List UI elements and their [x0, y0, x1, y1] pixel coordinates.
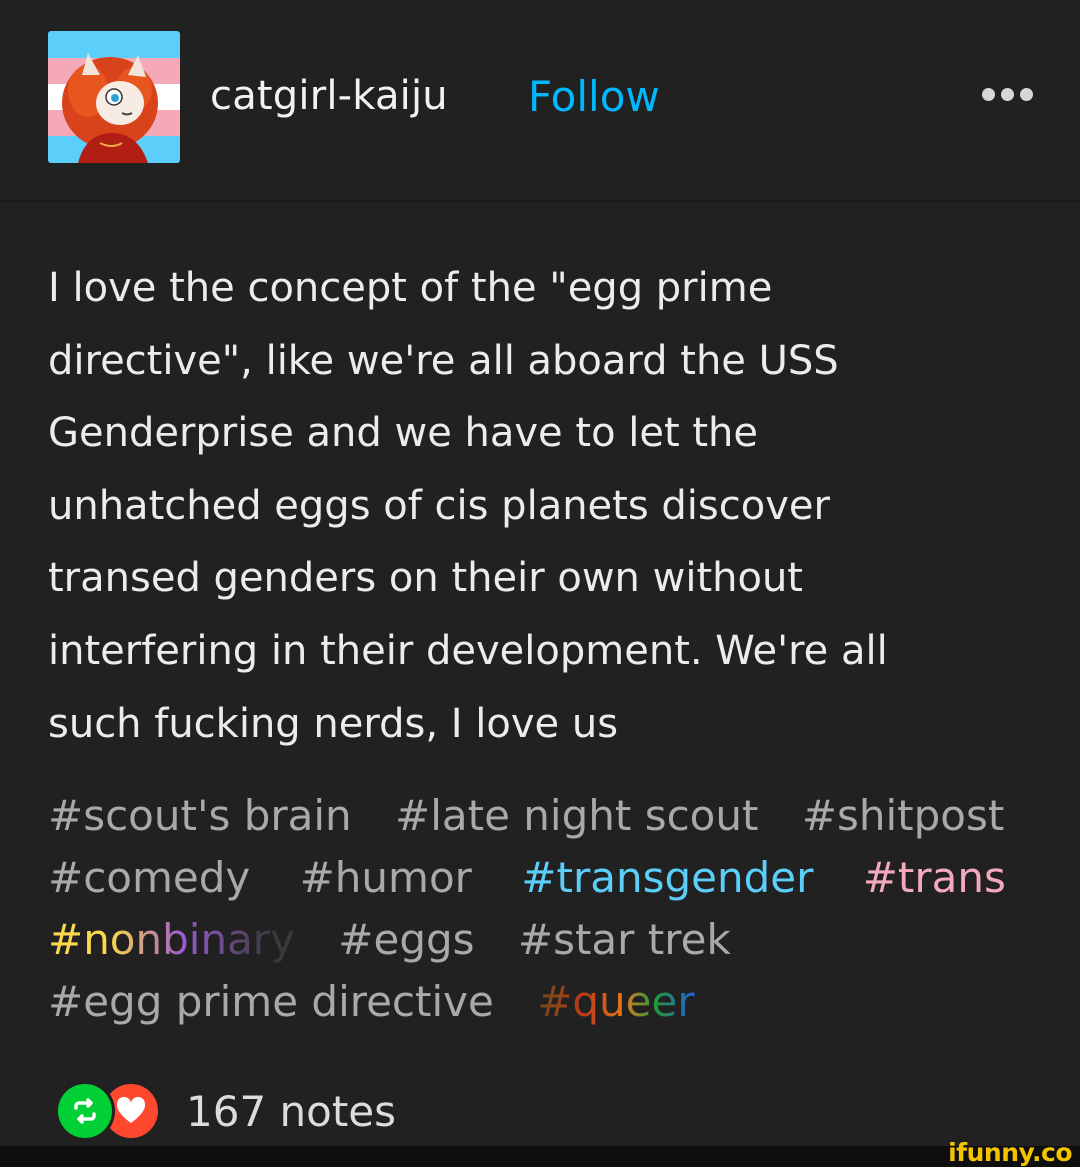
post-text-line: transed genders on their own without — [48, 555, 803, 602]
tag-late-night-scout[interactable]: #late night scout — [395, 791, 758, 840]
tag-comedy[interactable]: #comedy — [48, 853, 250, 902]
post-text-line: such fucking nerds, I love us — [48, 700, 619, 747]
tag-queer[interactable]: #queer — [537, 977, 694, 1026]
tag-trans[interactable]: #trans — [863, 853, 1006, 902]
tag-star-trek[interactable]: #star trek — [518, 915, 731, 964]
watermark-logo: ifunny.co — [948, 1138, 1072, 1167]
post-text-line: interfering in their development. We're … — [48, 627, 888, 674]
tag-row: #comedy #humor #transgender #trans — [48, 847, 1048, 909]
tag-transgender[interactable]: #transgender — [521, 853, 813, 902]
bottom-bar — [0, 1146, 1080, 1167]
follow-button[interactable]: Follow — [528, 72, 660, 121]
user-avatar[interactable] — [48, 31, 180, 163]
post-text-line: unhatched eggs of cis planets discover — [48, 482, 830, 529]
tag-row: #scout's brain #late night scout #shitpo… — [48, 785, 1048, 847]
tag-row: #egg prime directive #queer — [48, 971, 1048, 1033]
dot — [1020, 88, 1033, 101]
tag-scouts-brain[interactable]: #scout's brain — [48, 791, 352, 840]
post-body: I love the concept of the "egg prime dir… — [48, 252, 1048, 760]
post-tags: #scout's brain #late night scout #shitpo… — [48, 785, 1048, 1033]
dot — [982, 88, 995, 101]
post-footer: 167 notes — [58, 1081, 396, 1141]
post-text-line: directive", like we're all aboard the US… — [48, 337, 839, 384]
heart-icon[interactable] — [104, 1084, 158, 1138]
tag-egg-prime-directive[interactable]: #egg prime directive — [48, 977, 494, 1026]
tag-row: #nonbinary #eggs #star trek — [48, 909, 1048, 971]
more-horizontal-icon[interactable] — [982, 88, 1033, 101]
tag-nonbinary[interactable]: #nonbinary — [48, 915, 295, 964]
notes-count[interactable]: 167 notes — [186, 1087, 396, 1136]
tag-shitpost[interactable]: #shitpost — [802, 791, 1005, 840]
post-text-line: Genderprise and we have to let the — [48, 410, 759, 457]
username-link[interactable]: catgirl-kaiju — [210, 73, 448, 119]
dot — [1001, 88, 1014, 101]
post-header: catgirl-kaiju Follow — [0, 0, 1080, 202]
post-text-line: I love the concept of the "egg prime — [48, 265, 773, 311]
tag-humor[interactable]: #humor — [300, 853, 472, 902]
tag-eggs[interactable]: #eggs — [338, 915, 474, 964]
reblog-icon[interactable] — [58, 1084, 112, 1138]
avatar-image — [48, 31, 180, 163]
